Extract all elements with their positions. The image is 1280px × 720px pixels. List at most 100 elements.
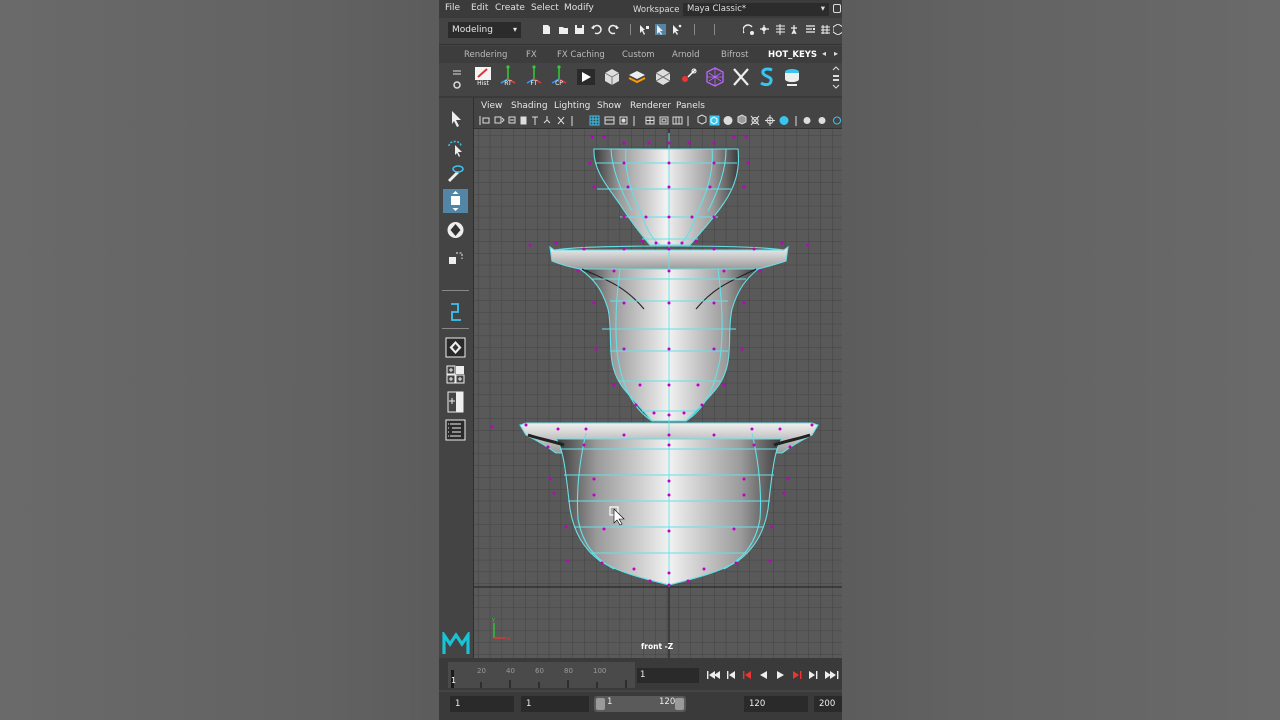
cv-point[interactable] — [622, 433, 626, 437]
cv-point[interactable] — [582, 443, 586, 447]
pivot-icon[interactable] — [678, 65, 700, 89]
render-view-icon[interactable] — [833, 24, 842, 35]
menu-edit[interactable]: Edit — [471, 3, 488, 13]
cv-point[interactable] — [750, 427, 754, 431]
timeline-track[interactable]: 20 40 60 80 100 1 — [448, 662, 635, 688]
playback-controls[interactable] — [705, 668, 841, 682]
menu-modify[interactable]: Modify — [564, 3, 594, 13]
cv-point[interactable] — [564, 525, 568, 529]
cv-point[interactable] — [752, 247, 756, 251]
open-scene-icon[interactable] — [558, 24, 569, 35]
undo-icon[interactable] — [591, 24, 602, 35]
cv-point[interactable] — [788, 445, 792, 449]
paint-select-icon[interactable] — [443, 162, 468, 186]
cv-point[interactable] — [622, 247, 626, 251]
cv-point[interactable] — [640, 239, 644, 243]
shelf-tab-custom[interactable]: Custom — [622, 50, 655, 60]
cv-point[interactable] — [734, 561, 738, 565]
cv-point[interactable] — [667, 443, 671, 447]
new-scene-icon[interactable] — [541, 24, 552, 35]
cv-point[interactable] — [652, 411, 656, 415]
cv-point[interactable] — [667, 241, 671, 245]
cv-point[interactable] — [712, 301, 716, 305]
cv-point[interactable] — [810, 423, 814, 427]
playback-range-bar[interactable]: 1 120 — [594, 696, 686, 712]
cv-point[interactable] — [742, 301, 746, 305]
cv-point[interactable] — [667, 347, 671, 351]
cv-point[interactable] — [584, 427, 588, 431]
cv-point[interactable] — [667, 583, 671, 587]
cv-point[interactable] — [667, 301, 671, 305]
save-scene-icon[interactable] — [574, 24, 585, 35]
separate-icon[interactable] — [652, 65, 674, 89]
cv-point[interactable] — [696, 383, 700, 387]
cv-point[interactable] — [667, 185, 671, 189]
snap-plane-icon[interactable] — [789, 24, 800, 35]
cv-point[interactable] — [732, 527, 736, 531]
outliner-icon[interactable] — [443, 418, 468, 442]
live-surface-icon[interactable] — [820, 24, 831, 35]
cv-point[interactable] — [612, 383, 616, 387]
cv-point[interactable] — [712, 215, 716, 219]
cv-point[interactable] — [667, 493, 671, 497]
playback-start-field[interactable]: 1 — [521, 696, 589, 712]
cv-point[interactable] — [694, 239, 698, 243]
cv-point[interactable] — [582, 247, 586, 251]
cv-point[interactable] — [667, 141, 671, 145]
menu-select[interactable]: Select — [531, 3, 559, 13]
cv-point[interactable] — [588, 161, 592, 165]
maya-s-icon[interactable] — [756, 65, 778, 89]
cv-point[interactable] — [712, 141, 716, 145]
cv-point[interactable] — [782, 491, 786, 495]
cv-point[interactable] — [708, 185, 712, 189]
cv-point[interactable] — [632, 567, 636, 571]
cv-point[interactable] — [687, 141, 691, 145]
cv-point[interactable] — [746, 161, 750, 165]
persp-outliner-icon[interactable] — [443, 390, 468, 414]
cv-point[interactable] — [667, 269, 671, 273]
cv-point[interactable] — [722, 383, 726, 387]
cv-point[interactable] — [556, 427, 560, 431]
tools-icon[interactable] — [730, 65, 752, 89]
cv-point[interactable] — [768, 559, 772, 563]
cube-icon[interactable] — [601, 65, 623, 89]
cv-point[interactable] — [758, 269, 762, 273]
shelf-scroll-icon[interactable] — [832, 65, 840, 91]
panel-menu-view[interactable]: View — [481, 101, 502, 111]
cv-point[interactable] — [780, 241, 784, 245]
cv-point[interactable] — [592, 301, 596, 305]
cv-point[interactable] — [612, 269, 616, 273]
cv-point[interactable] — [667, 383, 671, 387]
cv-point[interactable] — [602, 135, 606, 139]
snap-grid-icon[interactable] — [743, 24, 754, 35]
cv-point[interactable] — [680, 241, 684, 245]
range-start-handle[interactable] — [596, 698, 605, 710]
cv-point[interactable] — [644, 215, 648, 219]
cv-point[interactable] — [647, 141, 651, 145]
cv-point[interactable] — [770, 525, 774, 529]
select-component-icon[interactable] — [671, 24, 682, 35]
cv-point[interactable] — [667, 413, 671, 417]
cv-point[interactable] — [667, 571, 671, 575]
cv-point[interactable] — [576, 269, 580, 273]
panel-menu-lighting[interactable]: Lighting — [554, 101, 590, 111]
cv-point[interactable] — [490, 425, 494, 429]
panel-menu-renderer[interactable]: Renderer — [630, 101, 671, 111]
render-icon[interactable] — [575, 65, 597, 89]
cv-point[interactable] — [742, 185, 746, 189]
cv-point[interactable] — [667, 215, 671, 219]
cv-point[interactable] — [622, 215, 626, 219]
bucket-icon[interactable] — [781, 65, 803, 89]
current-frame-field[interactable]: 1 — [637, 668, 699, 683]
cv-point[interactable] — [682, 411, 686, 415]
shelf-tab-fx-caching[interactable]: FX Caching — [557, 50, 605, 60]
cv-point[interactable] — [700, 403, 704, 407]
cv-point[interactable] — [742, 493, 746, 497]
panel-menu-panels[interactable]: Panels — [676, 101, 705, 111]
shelf-tab-bifrost[interactable]: Bifrost — [721, 50, 748, 60]
redo-icon[interactable] — [608, 24, 619, 35]
playback-end-field[interactable]: 120 — [744, 696, 808, 712]
lock-icon[interactable] — [833, 4, 841, 13]
cv-point[interactable] — [712, 247, 716, 251]
panel-menu-show[interactable]: Show — [597, 101, 621, 111]
